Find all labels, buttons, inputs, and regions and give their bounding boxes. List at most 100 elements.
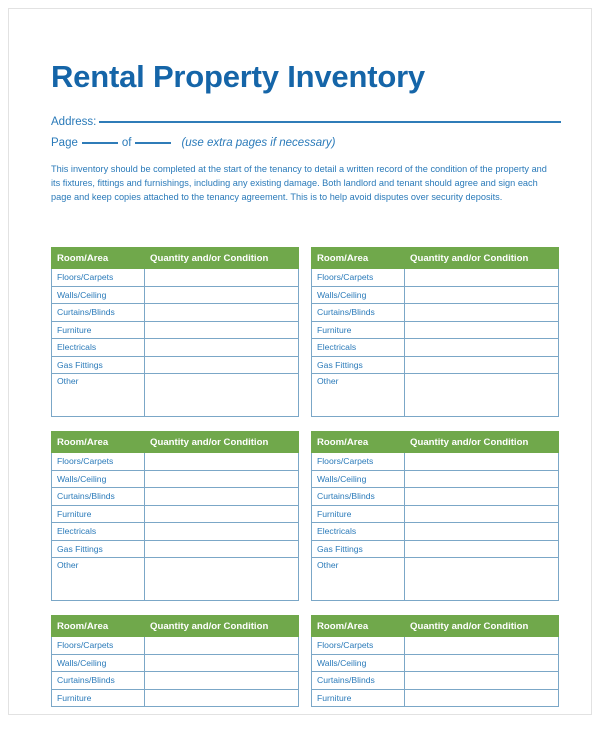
condition-cell-curtains-blinds[interactable] <box>144 303 299 322</box>
row-label-electricals: Electricals <box>311 338 405 357</box>
document-header-block: Rental Property Inventory Address: Page … <box>45 59 561 205</box>
table-row: Walls/Ceiling <box>51 653 299 672</box>
table-row: Gas Fittings <box>311 539 559 558</box>
row-label-furniture: Furniture <box>311 504 405 523</box>
table-header-row: Room/Area Quantity and/or Condition <box>51 247 299 269</box>
condition-cell-walls-ceiling[interactable] <box>144 285 299 304</box>
condition-cell-floors-carpets[interactable] <box>144 636 299 655</box>
row-label-walls-ceiling: Walls/Ceiling <box>51 285 145 304</box>
condition-cell-floors-carpets[interactable] <box>144 268 299 287</box>
table-row: Other <box>311 557 559 601</box>
condition-cell-furniture[interactable] <box>144 688 299 707</box>
table-row: Floors/Carpets <box>51 452 299 471</box>
table-row: Walls/Ceiling <box>311 653 559 672</box>
table-row: Electricals <box>51 338 299 357</box>
page-field-hint: (use extra pages if necessary) <box>181 136 336 149</box>
table-row: Curtains/Blinds <box>311 671 559 690</box>
row-label-other: Other <box>51 373 145 417</box>
condition-cell-curtains-blinds[interactable] <box>404 487 559 506</box>
table-header-row: Room/Area Quantity and/or Condition <box>51 615 299 637</box>
table-row: Gas Fittings <box>51 355 299 374</box>
row-label-curtains-blinds: Curtains/Blinds <box>51 303 145 322</box>
table-row: Floors/Carpets <box>311 268 559 287</box>
inventory-table-1: Room/Area Quantity and/or Condition Floo… <box>51 247 299 417</box>
column-header-room-area: Room/Area <box>311 247 405 269</box>
condition-cell-gas-fittings[interactable] <box>404 355 559 374</box>
condition-cell-furniture[interactable] <box>144 320 299 339</box>
table-row: Furniture <box>311 688 559 707</box>
inventory-tables-grid: Room/Area Quantity and/or Condition Floo… <box>51 247 559 714</box>
row-label-gas-fittings: Gas Fittings <box>311 355 405 374</box>
row-label-gas-fittings: Gas Fittings <box>51 539 145 558</box>
total-pages-input-line[interactable] <box>135 141 172 144</box>
condition-cell-walls-ceiling[interactable] <box>404 653 559 672</box>
condition-cell-gas-fittings[interactable] <box>144 355 299 374</box>
condition-cell-other[interactable] <box>144 373 299 417</box>
condition-cell-other[interactable] <box>404 373 559 417</box>
row-label-furniture: Furniture <box>51 504 145 523</box>
condition-cell-floors-carpets[interactable] <box>404 268 559 287</box>
condition-cell-gas-fittings[interactable] <box>404 539 559 558</box>
row-label-furniture: Furniture <box>311 688 405 707</box>
row-label-curtains-blinds: Curtains/Blinds <box>311 303 405 322</box>
column-header-room-area: Room/Area <box>51 615 145 637</box>
condition-cell-floors-carpets[interactable] <box>404 636 559 655</box>
table-row-group-1: Room/Area Quantity and/or Condition Floo… <box>51 247 559 417</box>
row-label-curtains-blinds: Curtains/Blinds <box>311 671 405 690</box>
condition-cell-curtains-blinds[interactable] <box>144 671 299 690</box>
condition-cell-furniture[interactable] <box>404 688 559 707</box>
condition-cell-curtains-blinds[interactable] <box>144 487 299 506</box>
condition-cell-walls-ceiling[interactable] <box>404 469 559 488</box>
condition-cell-other[interactable] <box>144 557 299 601</box>
condition-cell-walls-ceiling[interactable] <box>144 653 299 672</box>
condition-cell-other[interactable] <box>404 557 559 601</box>
row-label-other: Other <box>311 373 405 417</box>
table-header-row: Room/Area Quantity and/or Condition <box>51 431 299 453</box>
condition-cell-electricals[interactable] <box>144 338 299 357</box>
condition-cell-furniture[interactable] <box>404 320 559 339</box>
inventory-table-4: Room/Area Quantity and/or Condition Floo… <box>311 431 559 601</box>
table-row: Other <box>311 373 559 417</box>
condition-cell-curtains-blinds[interactable] <box>404 303 559 322</box>
row-label-floors-carpets: Floors/Carpets <box>311 636 405 655</box>
row-label-walls-ceiling: Walls/Ceiling <box>51 469 145 488</box>
table-row: Curtains/Blinds <box>51 487 299 506</box>
row-label-floors-carpets: Floors/Carpets <box>311 268 405 287</box>
table-row: Curtains/Blinds <box>51 671 299 690</box>
column-header-quantity-condition: Quantity and/or Condition <box>404 431 559 453</box>
row-label-furniture: Furniture <box>311 320 405 339</box>
inventory-table-5: Room/Area Quantity and/or Condition Floo… <box>51 615 299 707</box>
table-row-group-3: Room/Area Quantity and/or Condition Floo… <box>51 615 559 707</box>
condition-cell-furniture[interactable] <box>404 504 559 523</box>
row-label-curtains-blinds: Curtains/Blinds <box>51 487 145 506</box>
table-row: Walls/Ceiling <box>311 469 559 488</box>
address-input-line[interactable] <box>99 120 561 123</box>
condition-cell-electricals[interactable] <box>404 338 559 357</box>
row-label-other: Other <box>311 557 405 601</box>
row-label-walls-ceiling: Walls/Ceiling <box>311 285 405 304</box>
condition-cell-gas-fittings[interactable] <box>144 539 299 558</box>
column-header-quantity-condition: Quantity and/or Condition <box>144 247 299 269</box>
row-label-walls-ceiling: Walls/Ceiling <box>311 469 405 488</box>
page-number-field-row: Page of (use extra pages if necessary) <box>51 137 561 149</box>
table-row: Walls/Ceiling <box>51 469 299 488</box>
condition-cell-floors-carpets[interactable] <box>144 452 299 471</box>
condition-cell-furniture[interactable] <box>144 504 299 523</box>
condition-cell-walls-ceiling[interactable] <box>404 285 559 304</box>
page-number-input-line[interactable] <box>81 141 118 144</box>
page-title: Rental Property Inventory <box>51 59 425 94</box>
row-label-floors-carpets: Floors/Carpets <box>51 268 145 287</box>
condition-cell-curtains-blinds[interactable] <box>404 671 559 690</box>
row-label-floors-carpets: Floors/Carpets <box>51 452 145 471</box>
condition-cell-electricals[interactable] <box>404 522 559 541</box>
condition-cell-walls-ceiling[interactable] <box>144 469 299 488</box>
row-label-other: Other <box>51 557 145 601</box>
table-row: Electricals <box>51 522 299 541</box>
table-row: Walls/Ceiling <box>311 285 559 304</box>
condition-cell-floors-carpets[interactable] <box>404 452 559 471</box>
row-label-electricals: Electricals <box>311 522 405 541</box>
condition-cell-electricals[interactable] <box>144 522 299 541</box>
row-label-gas-fittings: Gas Fittings <box>51 355 145 374</box>
table-row: Curtains/Blinds <box>311 303 559 322</box>
table-row: Furniture <box>51 504 299 523</box>
